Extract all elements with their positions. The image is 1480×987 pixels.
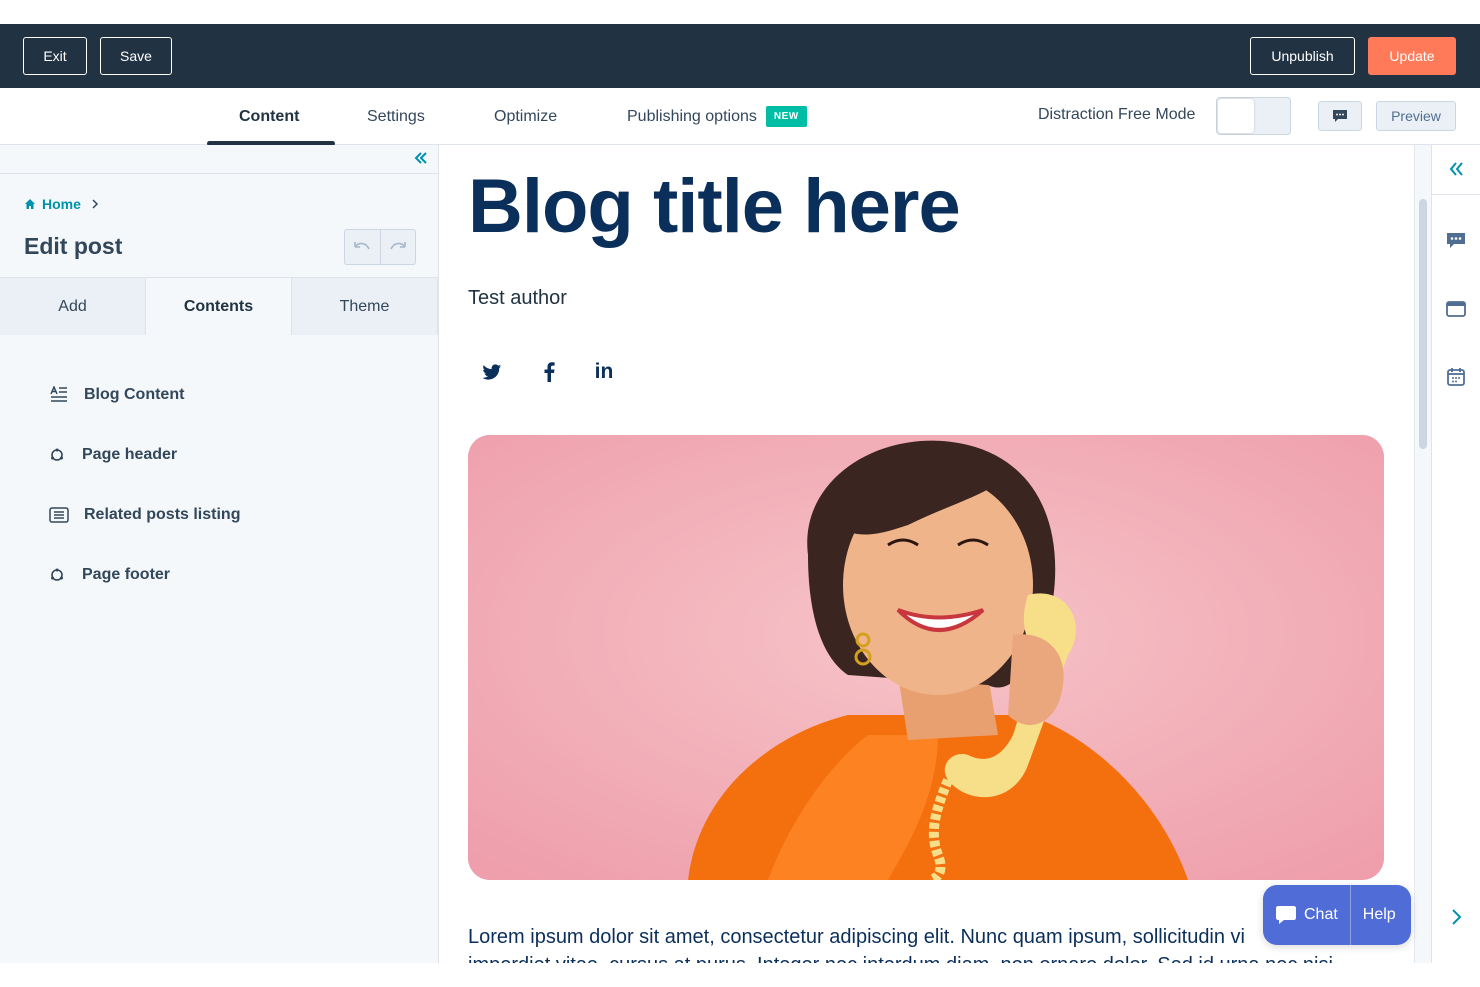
chat-label: Chat [1304, 906, 1338, 923]
sidebar-item-label: Blog Content [84, 386, 185, 403]
post-author[interactable]: Test author [468, 287, 567, 310]
save-button[interactable]: Save [100, 37, 172, 75]
post-canvas[interactable]: Blog title here Test author in Lorem ips… [440, 145, 1414, 963]
tab-content[interactable]: Content [239, 88, 299, 145]
redo-button[interactable] [379, 230, 416, 264]
tab-publishing-options[interactable]: Publishing options NEW [627, 88, 807, 145]
tab-optimize[interactable]: Optimize [494, 88, 557, 145]
module-icon [46, 567, 68, 583]
chat-help-widget: Chat Help [1263, 885, 1411, 945]
page-title: Edit post [24, 233, 123, 259]
twitter-icon[interactable] [478, 358, 506, 386]
canvas-scrollbar[interactable] [1414, 145, 1431, 963]
distraction-free-toggle[interactable] [1216, 97, 1291, 135]
new-badge: NEW [765, 106, 807, 127]
post-body-line-2: imperdiet vitae, cursus at purus. Intege… [468, 951, 1414, 963]
collapse-left-icon[interactable] [413, 150, 429, 166]
sidebar-item-label: Related posts listing [84, 506, 241, 523]
update-button[interactable]: Update [1368, 37, 1456, 75]
text-align-icon [48, 386, 70, 404]
linkedin-icon[interactable]: in [590, 358, 618, 386]
calendar-icon[interactable] [1445, 366, 1467, 388]
sidebar-item-page-header[interactable]: Page header [46, 443, 177, 467]
comment-icon [1333, 110, 1347, 122]
undo-redo-group [344, 229, 416, 265]
redo-icon [390, 242, 406, 250]
preview-button[interactable]: Preview [1376, 101, 1456, 131]
sidebar-item-blog-content[interactable]: Blog Content [48, 383, 184, 407]
home-icon [25, 199, 35, 209]
undo-button[interactable] [345, 230, 380, 264]
chat-button[interactable]: Chat [1263, 885, 1350, 945]
sidebar-tabs: Add Contents Theme [0, 277, 439, 335]
exit-button[interactable]: Exit [23, 37, 87, 75]
sidebar-tab-add[interactable]: Add [0, 277, 146, 335]
facebook-icon[interactable] [535, 358, 563, 386]
top-toolbar: Exit Save Unpublish Update [0, 24, 1480, 88]
sidebar-item-related-posts[interactable]: Related posts listing [48, 503, 240, 527]
breadcrumb-home[interactable]: Home [42, 196, 81, 212]
sidebar-tab-contents[interactable]: Contents [146, 277, 292, 335]
blog-title[interactable]: Blog title here [468, 163, 961, 250]
unpublish-button[interactable]: Unpublish [1250, 37, 1355, 75]
chevron-right-icon [92, 199, 98, 209]
scroll-thumb[interactable] [1419, 199, 1427, 449]
tab-settings[interactable]: Settings [367, 88, 425, 145]
right-rail [1431, 145, 1480, 963]
sidebar-item-page-footer[interactable]: Page footer [46, 563, 170, 587]
hero-photo-illustration [468, 435, 1384, 880]
distraction-free-label: Distraction Free Mode [1038, 106, 1196, 123]
featured-image[interactable] [468, 435, 1384, 880]
breadcrumb[interactable]: Home [24, 196, 99, 212]
sidebar-collapse-row [0, 145, 439, 174]
sidebar-item-label: Page footer [82, 566, 171, 583]
rail-top [1432, 145, 1480, 195]
sidebar-tab-theme[interactable]: Theme [292, 277, 438, 335]
editor-tabbar: Content Settings Optimize Publishing opt… [0, 88, 1480, 146]
module-icon [46, 447, 68, 463]
toggle-knob [1218, 99, 1254, 133]
tab-publishing-label: Publishing options [627, 107, 757, 125]
undo-icon [354, 242, 370, 250]
editor-sidebar: Home Edit post Add Contents Theme Blog C… [0, 145, 439, 963]
help-button[interactable]: Help [1349, 885, 1408, 945]
chat-bubble-icon [1276, 906, 1296, 924]
list-icon [48, 507, 70, 523]
sidebar-item-label: Page header [82, 446, 178, 463]
comments-button[interactable] [1318, 101, 1362, 131]
comment-icon[interactable] [1445, 230, 1467, 252]
collapse-right-icon[interactable] [1445, 158, 1467, 180]
template-icon[interactable] [1445, 298, 1467, 320]
chevron-right-icon[interactable] [1445, 906, 1467, 928]
